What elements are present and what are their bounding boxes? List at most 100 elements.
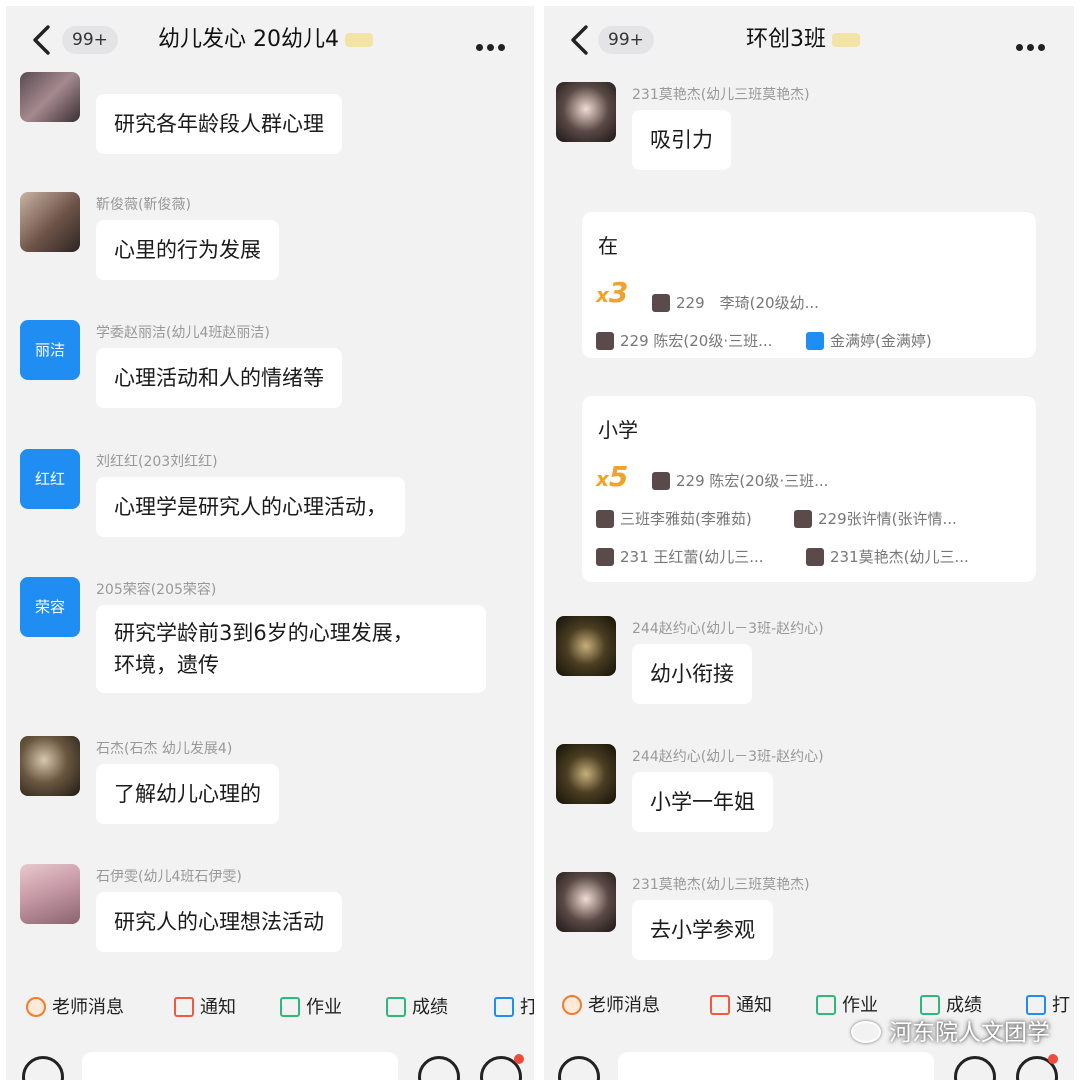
- homework-button[interactable]: 作业: [280, 988, 342, 1028]
- avatar[interactable]: [556, 82, 616, 142]
- chat-title-text: 环创3班: [746, 27, 826, 52]
- message-bubble[interactable]: 幼小衔接: [632, 644, 752, 704]
- avatar: [806, 548, 824, 566]
- message-bubble[interactable]: 去小学参观: [632, 900, 773, 960]
- repeat-message-card[interactable]: 小学 x5 229 陈宏(20级·三班... 三班李雅茹(李雅茹) 229张许情…: [582, 396, 1036, 582]
- avatar: [806, 332, 824, 350]
- repeater-name: 金满婷(金满婷): [806, 330, 932, 351]
- tool-label: 老师消息: [52, 997, 124, 1018]
- tool-label: 老师消息: [588, 995, 660, 1016]
- repeated-word: 小学: [598, 418, 638, 442]
- back-button[interactable]: [28, 24, 56, 56]
- repeat-message-card[interactable]: 在 x3 229 李琦(20级幼... 229 陈宏(20级·三班... 金满婷…: [582, 212, 1036, 358]
- tool-label: 成绩: [412, 997, 448, 1018]
- grades-icon: [386, 997, 406, 1017]
- grades-button[interactable]: 成绩: [386, 988, 448, 1028]
- more-options-button[interactable]: [1016, 36, 1052, 51]
- message-bubble[interactable]: 了解幼儿心理的: [96, 764, 279, 824]
- sender-name: 石杰(石杰 幼儿发展4): [96, 741, 233, 757]
- notification-dot: [514, 1054, 524, 1064]
- checkin-icon: [494, 997, 514, 1017]
- repeated-word: 在: [598, 234, 618, 258]
- tool-label: 通知: [200, 997, 236, 1018]
- sender-name: 学委赵丽洁(幼儿4班赵丽洁): [96, 325, 270, 341]
- message-input[interactable]: [618, 1052, 934, 1080]
- repeat-count: x3: [596, 276, 628, 309]
- chevron-left-icon: [571, 25, 588, 55]
- repeater-name-text: 231 王红蕾(幼儿三...: [620, 548, 764, 566]
- message-bubble[interactable]: 心里的行为发展: [96, 220, 279, 280]
- checkin-button[interactable]: 打: [494, 988, 534, 1028]
- repeater-name: 229张许情(张许情...: [794, 508, 957, 529]
- repeater-name: 229 陈宏(20级·三班...: [596, 330, 772, 351]
- repeat-count-prefix: x: [596, 283, 609, 307]
- sender-name: 244赵约心(幼儿－3班-赵约心): [632, 621, 824, 637]
- sender-name: 231莫艳杰(幼儿三班莫艳杰): [632, 877, 810, 893]
- checkin-icon: [1026, 995, 1046, 1015]
- avatar: [794, 510, 812, 528]
- repeater-name-text: 金满婷(金满婷): [830, 332, 932, 350]
- message-bubble[interactable]: 吸引力: [632, 110, 731, 170]
- avatar[interactable]: 红红: [20, 449, 80, 509]
- repeat-count-prefix: x: [596, 467, 609, 491]
- chat-header: 99+ 幼儿发心 20幼儿4: [6, 6, 534, 74]
- wechat-icon: [851, 1021, 881, 1043]
- message-bubble[interactable]: 小学一年姐: [632, 772, 773, 832]
- notice-button[interactable]: 通知: [710, 986, 772, 1026]
- message-bubble[interactable]: 研究人的心理想法活动: [96, 892, 342, 952]
- avatar[interactable]: [20, 736, 80, 796]
- input-bar: [6, 1050, 534, 1080]
- avatar[interactable]: 荣容: [20, 577, 80, 637]
- message-bubble[interactable]: 心理活动和人的情绪等: [96, 348, 342, 408]
- back-button[interactable]: [566, 24, 594, 56]
- avatar[interactable]: 丽洁: [20, 320, 80, 380]
- sender-name: 刘红红(203刘红红): [96, 454, 218, 470]
- watermark-text: 河东院人文团学: [889, 1020, 1050, 1046]
- message-input[interactable]: [82, 1052, 398, 1080]
- notification-dot: [1048, 1054, 1058, 1064]
- repeater-name: 231莫艳杰(幼儿三...: [806, 546, 969, 567]
- more-options-button[interactable]: [476, 36, 512, 51]
- voice-icon[interactable]: [22, 1056, 64, 1080]
- sender-name: 靳俊薇(靳俊薇): [96, 197, 191, 213]
- avatar[interactable]: [556, 616, 616, 676]
- tool-label: 打: [1052, 995, 1070, 1016]
- teacher-message-icon: [26, 997, 46, 1017]
- unread-count-badge[interactable]: 99+: [62, 26, 118, 54]
- megaphone-icon: [174, 997, 194, 1017]
- sender-name: 231莫艳杰(幼儿三班莫艳杰): [632, 87, 810, 103]
- teacher-message-button[interactable]: 老师消息: [562, 986, 660, 1026]
- chat-title: 幼儿发心 20幼儿4: [158, 24, 373, 56]
- repeater-name-text: 229 陈宏(20级·三班...: [620, 332, 773, 350]
- homework-icon: [816, 995, 836, 1015]
- message-bubble[interactable]: 心理学是研究人的心理活动，: [96, 477, 405, 537]
- tool-label: 通知: [736, 995, 772, 1016]
- message-bubble[interactable]: 研究学龄前3到6岁的心理发展， 环境，遗传: [96, 605, 486, 693]
- avatar[interactable]: [20, 192, 80, 252]
- wechat-watermark: 河东院人文团学: [851, 1013, 1050, 1047]
- voice-icon[interactable]: [558, 1056, 600, 1080]
- message-bubble[interactable]: 研究各年龄段人群心理: [96, 94, 342, 154]
- emoji-icon[interactable]: [954, 1056, 996, 1080]
- group-level-icon: [345, 33, 373, 47]
- repeater-name: 229 陈宏(20级·三班...: [652, 470, 828, 491]
- message-line: 研究学龄前3到6岁的心理发展，: [114, 621, 414, 645]
- teacher-message-button[interactable]: 老师消息: [26, 988, 124, 1028]
- unread-count-badge[interactable]: 99+: [598, 26, 654, 54]
- avatar[interactable]: [20, 864, 80, 924]
- teacher-message-icon: [562, 995, 582, 1015]
- avatar: [652, 294, 670, 312]
- sender-name: 205荣容(205荣容): [96, 582, 217, 598]
- chevron-left-icon: [33, 25, 50, 55]
- megaphone-icon: [710, 995, 730, 1015]
- repeater-name: 229 李琦(20级幼...: [652, 292, 819, 313]
- message-line: 环境，遗传: [114, 653, 219, 677]
- avatar[interactable]: [556, 744, 616, 804]
- repeater-name-text: 229张许情(张许情...: [818, 510, 957, 528]
- emoji-icon[interactable]: [418, 1056, 460, 1080]
- avatar[interactable]: [556, 872, 616, 932]
- avatar[interactable]: [20, 72, 80, 122]
- quick-toolbar: 老师消息 通知 作业 成绩 打: [6, 988, 534, 1032]
- chat-title: 环创3班: [746, 24, 860, 56]
- notice-button[interactable]: 通知: [174, 988, 236, 1028]
